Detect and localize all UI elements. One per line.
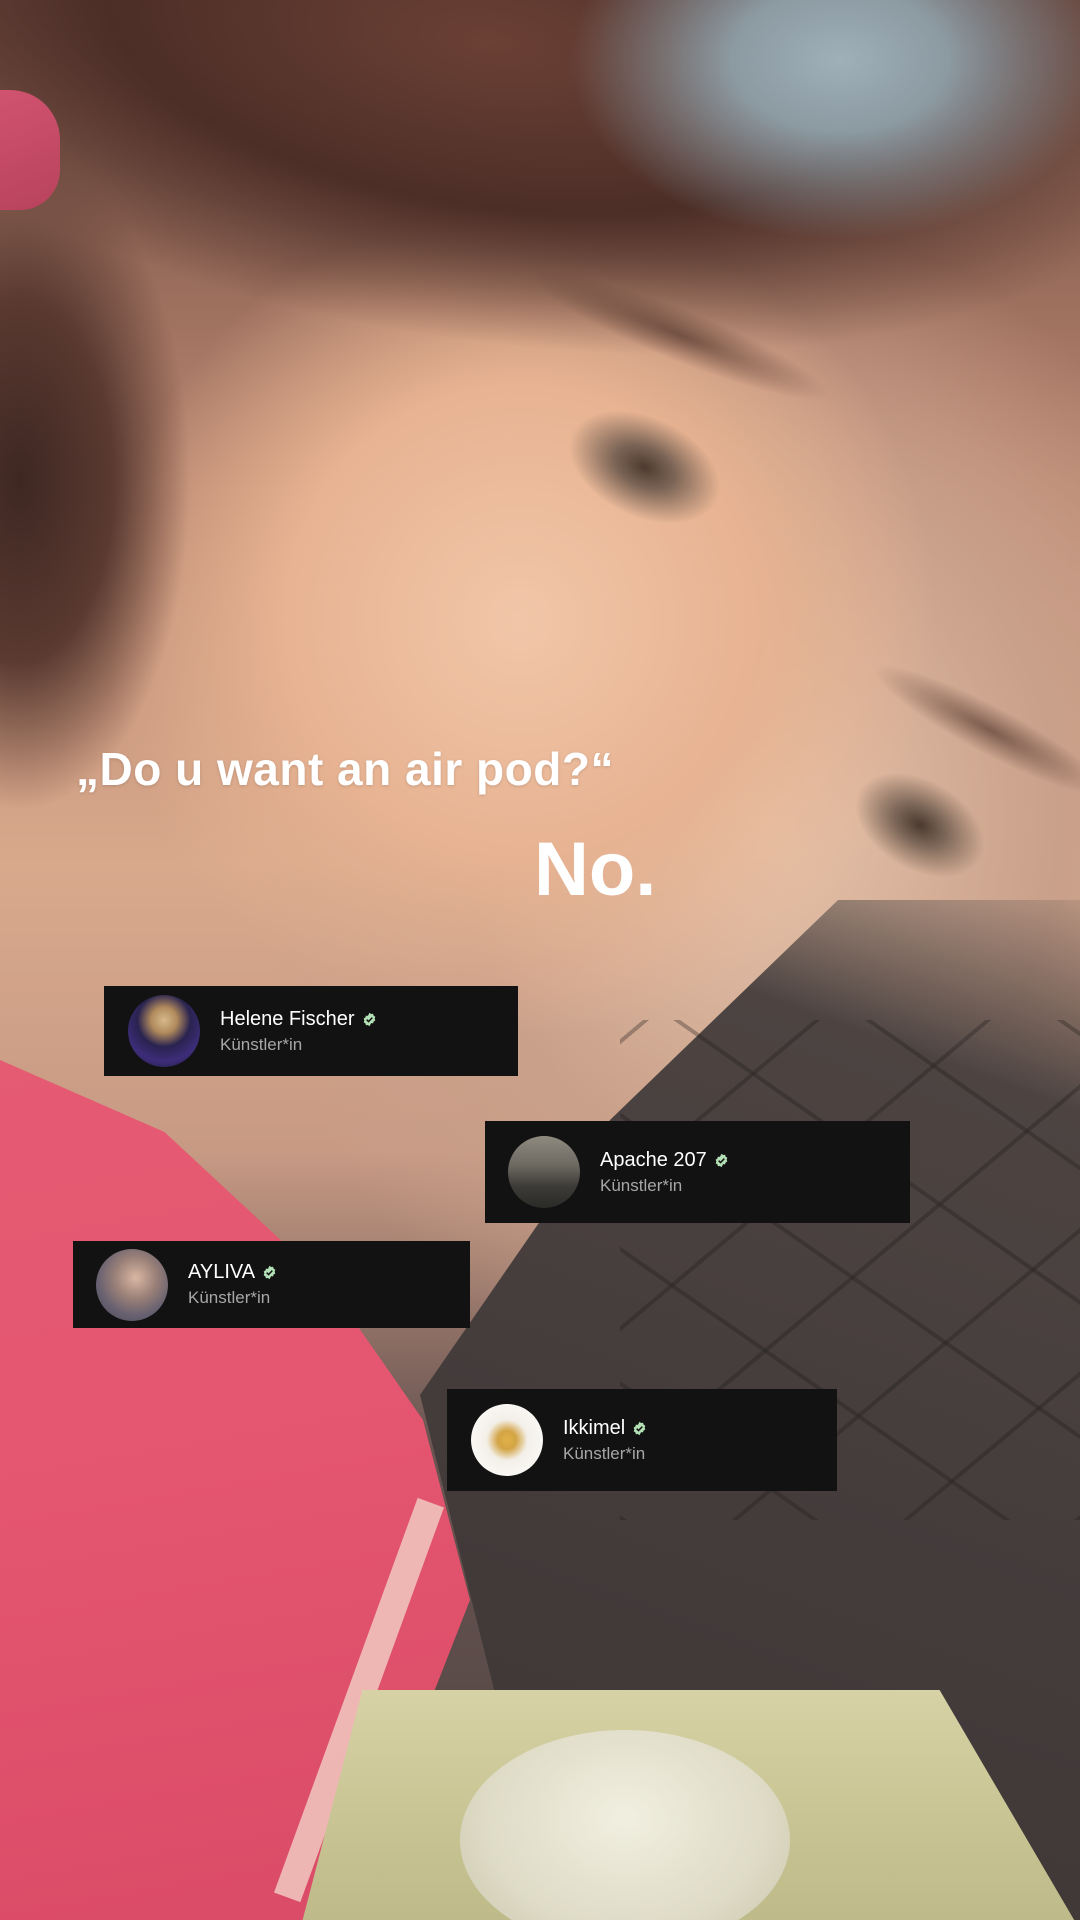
avatar bbox=[96, 1248, 168, 1321]
background-photo bbox=[0, 0, 1080, 1920]
artist-name: Helene Fischer bbox=[220, 1007, 355, 1030]
verified-badge-icon bbox=[633, 1421, 646, 1435]
artist-role: Künstler*in bbox=[600, 1175, 683, 1195]
verified-badge-icon bbox=[363, 1012, 375, 1026]
verified-badge-icon bbox=[715, 1153, 728, 1167]
artist-card-ikkimel[interactable]: Ikkimel Künstler*in bbox=[447, 1389, 837, 1491]
artist-role: Künstler*in bbox=[188, 1288, 271, 1307]
avatar bbox=[471, 1404, 543, 1476]
artist-name: AYLIVA bbox=[188, 1261, 256, 1283]
verified-badge-icon bbox=[263, 1265, 276, 1280]
artist-card-helene-fischer[interactable]: Helene Fischer Künstler*in bbox=[104, 986, 518, 1076]
artist-name: Apache 207 bbox=[600, 1148, 707, 1171]
artist-name: Ikkimel bbox=[563, 1416, 626, 1439]
artist-role: Künstler*in bbox=[563, 1443, 646, 1463]
artist-card-apache-207[interactable]: Apache 207 Künstler*in bbox=[485, 1121, 910, 1223]
caption-quote: „Do u want an air pod?“ bbox=[76, 743, 614, 795]
artist-card-ayliva[interactable]: AYLIVA Künstler*in bbox=[73, 1241, 470, 1328]
avatar bbox=[128, 995, 200, 1067]
avatar bbox=[508, 1136, 580, 1208]
artist-role: Künstler*in bbox=[220, 1034, 303, 1054]
caption-answer: No. bbox=[534, 827, 657, 912]
